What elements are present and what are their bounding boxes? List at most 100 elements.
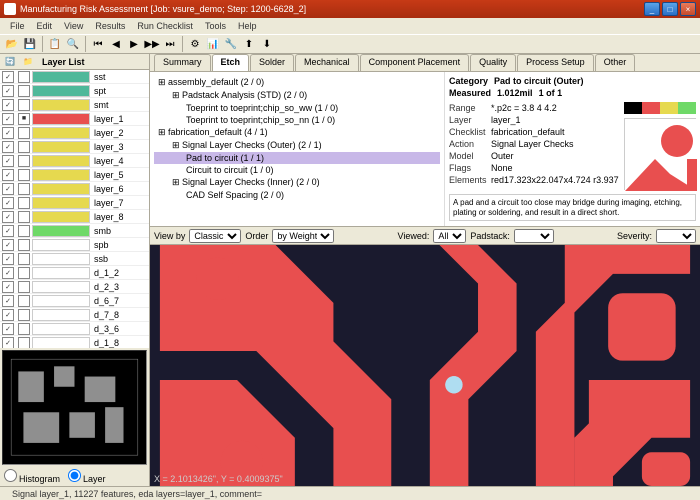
layer-checkbox2[interactable] xyxy=(18,239,30,251)
layer-row[interactable]: ✓d_1_2 xyxy=(0,266,149,280)
order-select[interactable]: by Weight xyxy=(272,229,334,243)
layer-checkbox[interactable]: ✓ xyxy=(2,253,14,265)
layer-checkbox2[interactable]: ■ xyxy=(18,113,30,125)
layer-row[interactable]: ✓smb xyxy=(0,224,149,238)
tree-item[interactable]: CAD Self Spacing (2 / 0) xyxy=(154,189,440,201)
layer-checkbox2[interactable] xyxy=(18,225,30,237)
layer-row[interactable]: ✓d_3_6 xyxy=(0,322,149,336)
layer-checkbox2[interactable] xyxy=(18,323,30,335)
tool-icon[interactable]: 📂 xyxy=(4,36,20,52)
layer-row[interactable]: ✓spt xyxy=(0,84,149,98)
tab-solder[interactable]: Solder xyxy=(250,54,294,71)
layer-row[interactable]: ✓layer_6 xyxy=(0,182,149,196)
padstack-select[interactable] xyxy=(514,229,554,243)
layer-row[interactable]: ✓d_1_8 xyxy=(0,336,149,348)
layer-checkbox[interactable]: ✓ xyxy=(2,225,14,237)
menu-run-checklist[interactable]: Run Checklist xyxy=(131,21,199,31)
tab-etch[interactable]: Etch xyxy=(212,54,250,71)
viewed-select[interactable]: All xyxy=(433,229,466,243)
tool-icon[interactable]: 🔍 xyxy=(65,36,81,52)
layer-row[interactable]: ✓smt xyxy=(0,98,149,112)
maximize-button[interactable]: □ xyxy=(662,2,678,16)
radio-layer[interactable]: Layer xyxy=(68,469,106,484)
layer-row[interactable]: ✓■layer_1 xyxy=(0,112,149,126)
tree-item[interactable]: ⊞ assembly_default (2 / 0) xyxy=(154,76,440,89)
tool-icon[interactable]: ⬆ xyxy=(241,36,257,52)
layer-checkbox[interactable]: ✓ xyxy=(2,323,14,335)
next-icon[interactable]: ▶▶ xyxy=(144,36,160,52)
layer-row[interactable]: ✓layer_2 xyxy=(0,126,149,140)
layer-checkbox2[interactable] xyxy=(18,267,30,279)
layer-row[interactable]: ✓layer_4 xyxy=(0,154,149,168)
menu-edit[interactable]: Edit xyxy=(31,21,59,31)
tree-item[interactable]: ⊞ Padstack Analysis (STD) (2 / 0) xyxy=(154,89,440,102)
tree-item[interactable]: Pad to circuit (1 / 1) xyxy=(154,152,440,164)
tool-icon[interactable]: 🔧 xyxy=(223,36,239,52)
layer-checkbox2[interactable] xyxy=(18,127,30,139)
tree-item[interactable]: ⊞ Signal Layer Checks (Outer) (2 / 1) xyxy=(154,139,440,152)
menu-view[interactable]: View xyxy=(58,21,89,31)
layer-checkbox[interactable]: ✓ xyxy=(2,71,14,83)
minimize-button[interactable]: _ xyxy=(644,2,660,16)
menu-results[interactable]: Results xyxy=(89,21,131,31)
layer-row[interactable]: ✓d_2_3 xyxy=(0,280,149,294)
tab-quality[interactable]: Quality xyxy=(470,54,516,71)
refresh-icon[interactable]: 🔄 xyxy=(2,54,18,70)
violation-thumbnail[interactable] xyxy=(624,118,696,190)
folder-icon[interactable]: 📁 xyxy=(20,54,36,70)
layer-row[interactable]: ✓spb xyxy=(0,238,149,252)
layer-checkbox2[interactable] xyxy=(18,85,30,97)
layer-checkbox2[interactable] xyxy=(18,295,30,307)
tab-process-setup[interactable]: Process Setup xyxy=(517,54,594,71)
tool-icon[interactable]: 📊 xyxy=(205,36,221,52)
first-icon[interactable]: ⏮ xyxy=(90,36,106,52)
tab-component-placement[interactable]: Component Placement xyxy=(360,54,470,71)
layer-checkbox[interactable]: ✓ xyxy=(2,309,14,321)
radio-histogram[interactable]: Histogram xyxy=(4,469,60,484)
layer-row[interactable]: ✓layer_8 xyxy=(0,210,149,224)
layer-checkbox2[interactable] xyxy=(18,183,30,195)
layer-row[interactable]: ✓layer_7 xyxy=(0,196,149,210)
layer-checkbox[interactable]: ✓ xyxy=(2,141,14,153)
layer-checkbox2[interactable] xyxy=(18,169,30,181)
layer-checkbox2[interactable] xyxy=(18,309,30,321)
layer-checkbox2[interactable] xyxy=(18,99,30,111)
layer-checkbox[interactable]: ✓ xyxy=(2,281,14,293)
layer-row[interactable]: ✓layer_5 xyxy=(0,168,149,182)
layer-checkbox[interactable]: ✓ xyxy=(2,127,14,139)
layer-row[interactable]: ✓sst xyxy=(0,70,149,84)
last-icon[interactable]: ⏭ xyxy=(162,36,178,52)
tree-item[interactable]: Circuit to circuit (1 / 0) xyxy=(154,164,440,176)
layer-checkbox[interactable]: ✓ xyxy=(2,85,14,97)
layer-checkbox2[interactable] xyxy=(18,211,30,223)
play-icon[interactable]: ▶ xyxy=(126,36,142,52)
tree-item[interactable]: Toeprint to toeprint;chip_so_ww (1 / 0) xyxy=(154,102,440,114)
layer-checkbox[interactable]: ✓ xyxy=(2,169,14,181)
menu-tools[interactable]: Tools xyxy=(199,21,232,31)
tree-item[interactable]: ⊞ Signal Layer Checks (Inner) (2 / 0) xyxy=(154,176,440,189)
layer-checkbox2[interactable] xyxy=(18,141,30,153)
tool-icon[interactable]: 💾 xyxy=(22,36,38,52)
close-button[interactable]: × xyxy=(680,2,696,16)
layer-row[interactable]: ✓ssb xyxy=(0,252,149,266)
viewby-select[interactable]: Classic xyxy=(189,229,241,243)
pcb-canvas[interactable]: X = 2.1013426", Y = 0.4009375" xyxy=(150,245,700,486)
layer-checkbox[interactable]: ✓ xyxy=(2,113,14,125)
layer-row[interactable]: ✓layer_3 xyxy=(0,140,149,154)
board-preview[interactable] xyxy=(2,350,147,465)
layer-checkbox[interactable]: ✓ xyxy=(2,267,14,279)
layer-checkbox2[interactable] xyxy=(18,155,30,167)
layer-checkbox[interactable]: ✓ xyxy=(2,183,14,195)
menu-help[interactable]: Help xyxy=(232,21,263,31)
layer-checkbox2[interactable] xyxy=(18,337,30,349)
severity-select[interactable] xyxy=(656,229,696,243)
menu-file[interactable]: File xyxy=(4,21,31,31)
tool-icon[interactable]: ⚙ xyxy=(187,36,203,52)
layer-checkbox[interactable]: ✓ xyxy=(2,337,14,349)
tree-item[interactable]: ⊞ fabrication_default (4 / 1) xyxy=(154,126,440,139)
layer-checkbox[interactable]: ✓ xyxy=(2,155,14,167)
layer-checkbox[interactable]: ✓ xyxy=(2,211,14,223)
tree-item[interactable]: Toeprint to toeprint;chip_so_nn (1 / 0) xyxy=(154,114,440,126)
layer-checkbox[interactable]: ✓ xyxy=(2,295,14,307)
tool-icon[interactable]: 📋 xyxy=(47,36,63,52)
